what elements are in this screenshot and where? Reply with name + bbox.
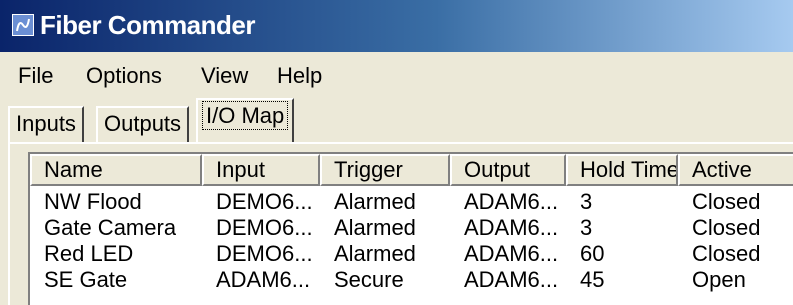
- column-header-trigger[interactable]: Trigger: [320, 154, 450, 186]
- cell-trigger: Secure: [334, 268, 404, 292]
- table-row[interactable]: Red LED DEMO6... Alarmed ADAM6... 60 Clo…: [30, 242, 793, 266]
- table-row[interactable]: NW Flood DEMO6... Alarmed ADAM6... 3 Clo…: [30, 190, 793, 214]
- table-row[interactable]: Gate Camera DEMO6... Alarmed ADAM6... 3 …: [30, 216, 793, 240]
- cell-output: ADAM6...: [464, 268, 559, 292]
- cell-name: SE Gate: [44, 268, 128, 292]
- menu-file[interactable]: File: [18, 63, 53, 89]
- tab-strip: Inputs Outputs I/O Map: [0, 96, 793, 144]
- column-header-active[interactable]: Active: [678, 154, 793, 186]
- tab-io-map[interactable]: I/O Map: [196, 98, 295, 142]
- column-header-input[interactable]: Input: [202, 154, 320, 186]
- menu-help[interactable]: Help: [277, 63, 322, 89]
- title-bar[interactable]: Fiber Commander: [0, 0, 793, 52]
- window-title: Fiber Commander: [40, 10, 256, 40]
- cell-trigger: Alarmed: [334, 242, 416, 266]
- cell-output: ADAM6...: [464, 216, 559, 240]
- column-header-output[interactable]: Output: [450, 154, 566, 186]
- cell-hold-time: 3: [580, 190, 593, 214]
- cell-output: ADAM6...: [464, 242, 559, 266]
- cell-hold-time: 60: [580, 242, 605, 266]
- tab-outputs[interactable]: Outputs: [96, 106, 190, 142]
- cell-name: Gate Camera: [44, 216, 177, 240]
- cell-input: ADAM6...: [216, 268, 311, 292]
- cell-active: Closed: [692, 190, 761, 214]
- cell-name: NW Flood: [44, 190, 142, 214]
- menu-bar: File Options View Help: [0, 52, 793, 96]
- tab-inputs-label: Inputs: [16, 111, 76, 136]
- tab-io-map-label: I/O Map: [201, 101, 289, 130]
- io-map-list[interactable]: Name Input Trigger Output Hold Time Acti…: [28, 152, 793, 305]
- menu-options[interactable]: Options: [86, 63, 162, 89]
- cell-input: DEMO6...: [216, 216, 313, 240]
- cell-hold-time: 3: [580, 216, 593, 240]
- cell-active: Closed: [692, 216, 761, 240]
- cell-trigger: Alarmed: [334, 190, 416, 214]
- cell-trigger: Alarmed: [334, 216, 416, 240]
- app-window: Fiber Commander File Options View Help I…: [0, 0, 793, 305]
- cell-name: Red LED: [44, 242, 134, 266]
- tab-outputs-label: Outputs: [104, 111, 182, 136]
- cell-output: ADAM6...: [464, 190, 559, 214]
- list-header: Name Input Trigger Output Hold Time Acti…: [30, 154, 793, 186]
- table-row[interactable]: SE Gate ADAM6... Secure ADAM6... 45 Open: [30, 268, 793, 292]
- cell-hold-time: 45: [580, 268, 605, 292]
- menu-view[interactable]: View: [201, 63, 248, 89]
- tab-inputs[interactable]: Inputs: [8, 106, 84, 142]
- cell-input: DEMO6...: [216, 190, 313, 214]
- cell-active: Open: [692, 268, 746, 292]
- column-header-hold-time[interactable]: Hold Time: [566, 154, 678, 186]
- app-icon: [12, 14, 34, 36]
- cell-active: Closed: [692, 242, 761, 266]
- column-header-name[interactable]: Name: [30, 154, 202, 186]
- cell-input: DEMO6...: [216, 242, 313, 266]
